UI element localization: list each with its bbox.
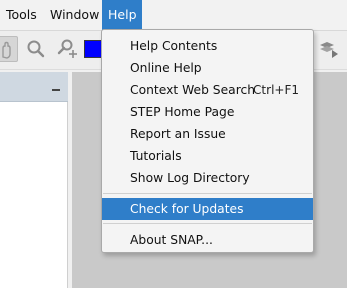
menu-item-online-help[interactable]: Online Help [102, 57, 313, 79]
layer-tool-button[interactable] [316, 36, 342, 62]
menu-help[interactable]: Help [102, 0, 142, 30]
menu-item-label: Check for Updates [130, 202, 244, 216]
help-menu-dropdown: Help Contents Online Help Context Web Se… [101, 29, 314, 253]
menu-item-about-snap[interactable]: About SNAP... [102, 229, 313, 251]
menu-item-report-issue[interactable]: Report an Issue [102, 123, 313, 145]
menu-tools[interactable]: Tools [0, 0, 43, 30]
menu-item-label: Report an Issue [130, 127, 226, 141]
menu-item-context-web-search[interactable]: Context Web Search Ctrl+F1 [102, 79, 313, 101]
zoom-add-icon [57, 39, 77, 58]
pan-hand-icon [2, 41, 11, 59]
menu-item-label: Context Web Search [130, 83, 256, 97]
minimize-icon[interactable] [52, 89, 60, 91]
left-panel [0, 72, 68, 288]
menu-item-step-home-page[interactable]: STEP Home Page [102, 101, 313, 123]
menu-item-tutorials[interactable]: Tutorials [102, 145, 313, 167]
layer-icon [320, 42, 338, 58]
panel-header [0, 72, 68, 102]
zoom-icon [27, 40, 45, 58]
menu-separator [103, 193, 312, 194]
menu-item-check-for-updates[interactable]: Check for Updates [102, 198, 313, 220]
menu-item-label: Show Log Directory [130, 171, 250, 185]
menu-item-label: About SNAP... [130, 233, 213, 247]
menu-item-show-log-directory[interactable]: Show Log Directory [102, 167, 313, 189]
menu-separator [103, 223, 312, 224]
menu-bar: Tools Window Help [0, 0, 347, 31]
color-swatch[interactable] [84, 40, 102, 58]
menu-item-label: Online Help [130, 61, 202, 75]
zoom-tool-button[interactable] [23, 36, 49, 62]
zoom-add-tool-button[interactable] [54, 36, 80, 62]
menu-item-label: Tutorials [130, 149, 182, 163]
menu-item-help-contents[interactable]: Help Contents [102, 35, 313, 57]
menu-window[interactable]: Window [44, 0, 105, 30]
menu-item-shortcut: Ctrl+F1 [253, 83, 299, 97]
pan-tool-button[interactable] [0, 36, 18, 62]
menu-item-label: STEP Home Page [130, 105, 235, 119]
menu-item-label: Help Contents [130, 39, 218, 53]
